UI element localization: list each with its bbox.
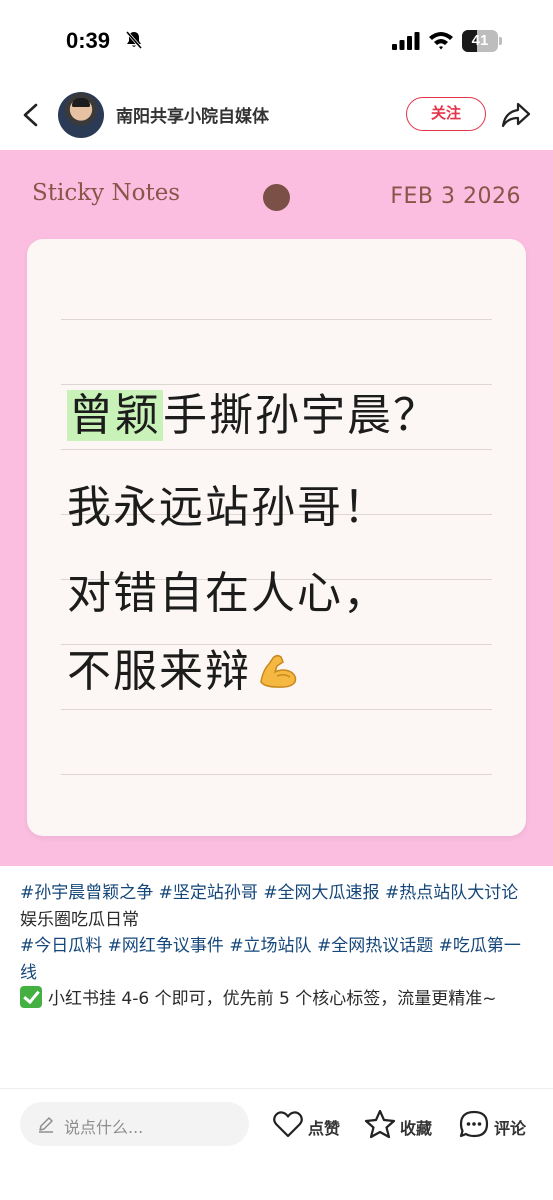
note-line-4-text: 不服来辩 — [67, 646, 251, 697]
back-icon[interactable] — [20, 102, 42, 128]
follow-button[interactable]: 关注 — [406, 97, 486, 131]
star-icon — [364, 1109, 396, 1139]
flexed-biceps-icon — [260, 654, 297, 688]
comment-bubble-icon — [459, 1110, 489, 1138]
note-brand: Sticky Notes — [32, 180, 181, 206]
note-line-4: 不服来辩 — [67, 635, 299, 699]
post-header: 南阳共享小院自媒体 关注 — [0, 80, 553, 150]
hashtag[interactable]: #坚定站孙哥 — [159, 883, 258, 903]
ruled-line — [61, 449, 492, 450]
caption-tip: 小红书挂 4-6 个即可，优先前 5 个核心标签，流量更精准~ — [48, 989, 497, 1009]
note-line-3: 对错自在人心， — [67, 568, 389, 619]
favorite-label: 收藏 — [400, 1119, 433, 1138]
status-bar: 0:39 41 — [0, 0, 553, 80]
battery-body: 41 — [462, 30, 498, 52]
note-line-1-text: 手撕孙宇晨？ — [163, 390, 439, 441]
caption-text: 娱乐圈吃瓜日常 — [20, 909, 139, 930]
hashtag[interactable]: #孙宇晨曾颖之争 — [20, 883, 153, 903]
note-highlight: 曾颖 — [67, 390, 163, 441]
share-icon[interactable] — [500, 100, 532, 130]
note-line-1: 曾颖手撕孙宇晨？ — [67, 379, 439, 443]
note-line-2: 我永远站孙哥！ — [67, 482, 389, 533]
hashtag[interactable]: #全网热议话题 — [317, 936, 433, 956]
ruled-line — [61, 319, 492, 320]
signal-icon — [392, 32, 420, 50]
like-button[interactable]: 点赞 — [272, 1108, 346, 1142]
comment-input[interactable]: 说点什么... — [20, 1102, 249, 1146]
pencil-icon — [39, 1117, 53, 1133]
note-date: FEB 3 2026 — [390, 184, 521, 209]
hashtag[interactable]: #立场站队 — [229, 936, 311, 956]
bell-slash-icon — [125, 31, 143, 49]
post-caption: #孙宇晨曾颖之争 #坚定站孙哥 #全网大瓜速报 #热点站队大讨论 娱乐圈吃瓜日常… — [20, 880, 535, 1013]
hashtag[interactable]: #网红争议事件 — [108, 936, 224, 956]
ruled-line — [61, 709, 492, 710]
battery-tip — [499, 37, 502, 45]
bottom-divider — [0, 1088, 553, 1089]
like-label: 点赞 — [308, 1119, 341, 1138]
note-card: 曾颖手撕孙宇晨？ 我永远站孙哥！ 对错自在人心， 不服来辩 — [27, 239, 526, 836]
note-pin — [263, 184, 290, 211]
battery-icon: 41 — [462, 30, 502, 52]
ruled-line — [61, 774, 492, 775]
account-name[interactable]: 南阳共享小院自媒体 — [116, 102, 269, 127]
heart-icon — [273, 1111, 303, 1138]
avatar[interactable] — [58, 92, 104, 138]
post-image[interactable]: Sticky Notes FEB 3 2026 曾颖手撕孙宇晨？ 我永远站孙哥！… — [0, 150, 553, 866]
bottom-action-bar: 说点什么... 点赞 收藏 评论 — [0, 1090, 553, 1200]
battery-level: 41 — [471, 32, 489, 49]
hashtag[interactable]: #热点站队大讨论 — [385, 883, 518, 903]
avatar-hair — [72, 98, 90, 107]
status-time: 0:39 — [66, 28, 111, 53]
comment-label: 评论 — [494, 1119, 527, 1138]
comment-placeholder: 说点什么... — [64, 1118, 144, 1137]
hashtag[interactable]: #全网大瓜速报 — [263, 883, 379, 903]
favorite-button[interactable]: 收藏 — [364, 1108, 438, 1142]
comment-button[interactable]: 评论 — [458, 1108, 532, 1142]
check-mark-icon — [20, 986, 42, 1008]
hashtag[interactable]: #今日瓜料 — [20, 936, 102, 956]
wifi-icon — [429, 32, 453, 50]
